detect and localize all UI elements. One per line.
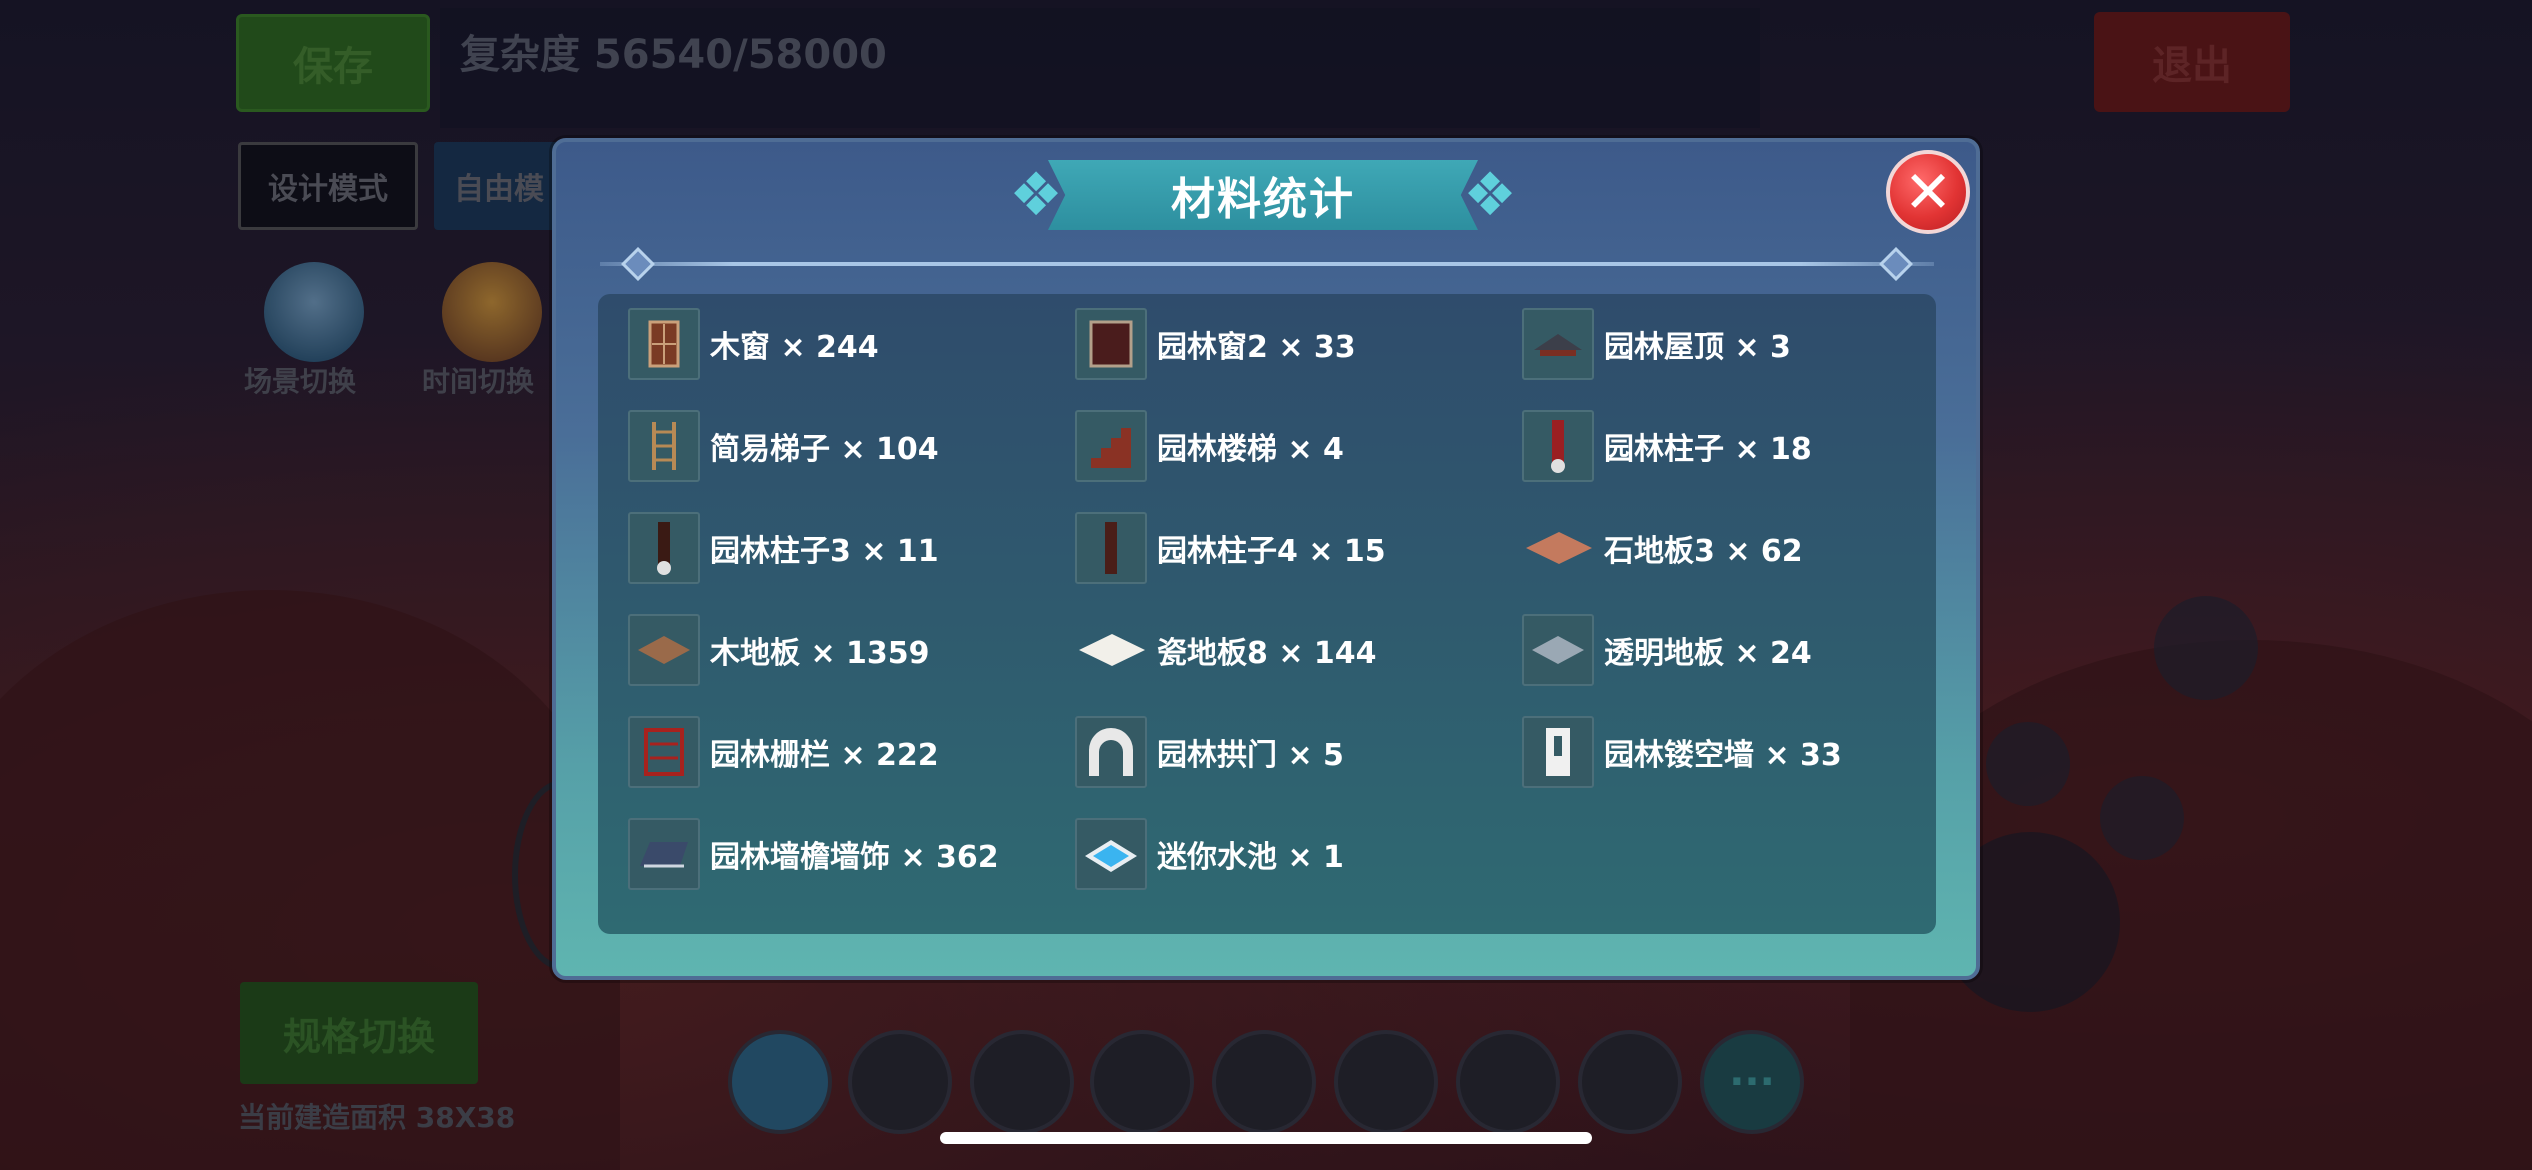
item-label: 园林屋顶 × 3 [1604, 330, 1791, 365]
list-item: 园林屋顶 × 3 [1522, 308, 1791, 380]
transparent-floor-icon [1522, 614, 1594, 686]
list-item: 迷你水池 × 1 [1075, 818, 1344, 890]
list-item: 园林窗2 × 33 [1075, 308, 1356, 380]
wood-floor-icon [628, 614, 700, 686]
mini-pool-icon [1075, 818, 1147, 890]
title-ornament-right-icon: ❖ [1463, 160, 1517, 230]
list-item: 园林镂空墙 × 33 [1522, 716, 1842, 788]
item-label: 简易梯子 × 104 [710, 432, 939, 467]
list-item: 园林柱子 × 18 [1522, 410, 1812, 482]
item-label: 瓷地板8 × 144 [1157, 636, 1377, 671]
list-item: 园林柱子3 × 11 [628, 512, 939, 584]
item-label: 园林栅栏 × 222 [710, 738, 939, 773]
garden-arch-icon [1075, 716, 1147, 788]
list-item: 园林楼梯 × 4 [1075, 410, 1344, 482]
garden-pillar3-icon [628, 512, 700, 584]
item-label: 园林镂空墙 × 33 [1604, 738, 1842, 773]
item-label: 园林柱子3 × 11 [710, 534, 939, 569]
garden-pillar4-icon [1075, 512, 1147, 584]
list-item: 简易梯子 × 104 [628, 410, 939, 482]
ceramic-floor-icon [1075, 614, 1147, 686]
garden-fence-icon [628, 716, 700, 788]
ladder-icon [628, 410, 700, 482]
item-label: 透明地板 × 24 [1604, 636, 1812, 671]
item-label: 园林拱门 × 5 [1157, 738, 1344, 773]
garden-stairs-icon [1075, 410, 1147, 482]
wooden-window-icon [628, 308, 700, 380]
list-item: 园林拱门 × 5 [1075, 716, 1344, 788]
item-label: 石地板3 × 62 [1604, 534, 1803, 569]
list-item: 园林栅栏 × 222 [628, 716, 939, 788]
list-item: 木地板 × 1359 [628, 614, 930, 686]
list-item: 瓷地板8 × 144 [1075, 614, 1377, 686]
item-label: 园林墙檐墙饰 × 362 [710, 840, 999, 875]
list-item: 透明地板 × 24 [1522, 614, 1812, 686]
garden-pillar-icon [1522, 410, 1594, 482]
modal-title: 材料统计 [1171, 174, 1355, 225]
item-label: 园林柱子 × 18 [1604, 432, 1812, 467]
list-item: 木窗 × 244 [628, 308, 879, 380]
divider [600, 262, 1934, 266]
close-button[interactable]: ✕ [1886, 150, 1970, 234]
garden-wall-eave-icon [628, 818, 700, 890]
title-banner: 材料统计 [1048, 160, 1478, 230]
item-label: 木窗 × 244 [710, 330, 879, 365]
item-label: 木地板 × 1359 [710, 636, 930, 671]
item-label: 园林柱子4 × 15 [1157, 534, 1386, 569]
garden-window-icon [1075, 308, 1147, 380]
home-indicator[interactable] [940, 1132, 1592, 1144]
list-item: 园林墙檐墙饰 × 362 [628, 818, 999, 890]
item-label: 园林楼梯 × 4 [1157, 432, 1344, 467]
stone-floor-icon [1522, 512, 1594, 584]
item-label: 园林窗2 × 33 [1157, 330, 1356, 365]
garden-hollow-wall-icon [1522, 716, 1594, 788]
list-item: 园林柱子4 × 15 [1075, 512, 1386, 584]
garden-roof-icon [1522, 308, 1594, 380]
list-item: 石地板3 × 62 [1522, 512, 1803, 584]
item-label: 迷你水池 × 1 [1157, 840, 1344, 875]
